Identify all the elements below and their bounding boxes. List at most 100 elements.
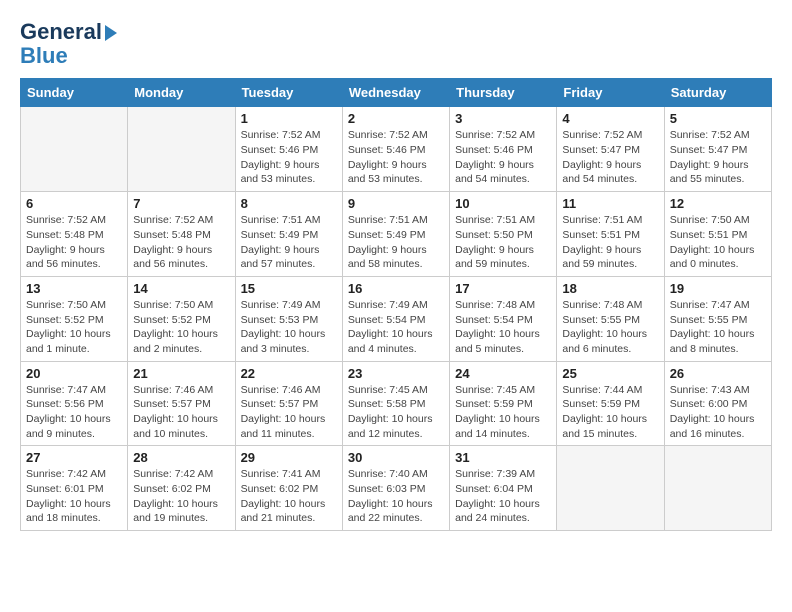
day-number: 19 [670,281,766,296]
calendar-cell: 7 Sunrise: 7:52 AM Sunset: 5:48 PM Daylig… [128,192,235,277]
header-saturday: Saturday [664,79,771,107]
day-number: 8 [241,196,337,211]
calendar-cell: 27 Sunrise: 7:42 AM Sunset: 6:01 PM Dayli… [21,446,128,531]
day-number: 18 [562,281,658,296]
calendar-cell: 23 Sunrise: 7:45 AM Sunset: 5:58 PM Dayli… [342,361,449,446]
day-number: 10 [455,196,551,211]
header-monday: Monday [128,79,235,107]
day-number: 17 [455,281,551,296]
day-info: Sunrise: 7:52 AM Sunset: 5:47 PM Dayligh… [562,128,658,187]
calendar-cell: 3 Sunrise: 7:52 AM Sunset: 5:46 PM Daylig… [450,107,557,192]
calendar-cell: 20Sunrise: 7:47 AM Sunset: 5:56 PM Dayli… [21,361,128,446]
header-tuesday: Tuesday [235,79,342,107]
day-info: Sunrise: 7:49 AM Sunset: 5:54 PM Dayligh… [348,298,444,357]
page-header: GeneralBlue [20,20,772,68]
calendar-table: SundayMondayTuesdayWednesdayThursdayFrid… [20,78,772,531]
calendar-week-row: 20Sunrise: 7:47 AM Sunset: 5:56 PM Dayli… [21,361,772,446]
day-number: 12 [670,196,766,211]
calendar-cell: 29Sunrise: 7:41 AM Sunset: 6:02 PM Dayli… [235,446,342,531]
day-info: Sunrise: 7:50 AM Sunset: 5:52 PM Dayligh… [26,298,122,357]
logo: GeneralBlue [20,20,117,68]
calendar-cell [664,446,771,531]
day-number: 24 [455,366,551,381]
calendar-cell: 14 Sunrise: 7:50 AM Sunset: 5:52 PM Dayli… [128,276,235,361]
calendar-cell: 19 Sunrise: 7:47 AM Sunset: 5:55 PM Dayli… [664,276,771,361]
calendar-cell [21,107,128,192]
day-info: Sunrise: 7:52 AM Sunset: 5:48 PM Dayligh… [133,213,229,272]
header-thursday: Thursday [450,79,557,107]
day-info: Sunrise: 7:42 AM Sunset: 6:01 PM Dayligh… [26,467,122,526]
day-info: Sunrise: 7:43 AM Sunset: 6:00 PM Dayligh… [670,383,766,442]
calendar-week-row: 27 Sunrise: 7:42 AM Sunset: 6:01 PM Dayli… [21,446,772,531]
header-friday: Friday [557,79,664,107]
day-info: Sunrise: 7:45 AM Sunset: 5:58 PM Dayligh… [348,383,444,442]
calendar-cell: 11Sunrise: 7:51 AM Sunset: 5:51 PM Dayli… [557,192,664,277]
day-info: Sunrise: 7:51 AM Sunset: 5:51 PM Dayligh… [562,213,658,272]
day-info: Sunrise: 7:49 AM Sunset: 5:53 PM Dayligh… [241,298,337,357]
day-number: 30 [348,450,444,465]
day-number: 15 [241,281,337,296]
day-number: 25 [562,366,658,381]
day-info: Sunrise: 7:41 AM Sunset: 6:02 PM Dayligh… [241,467,337,526]
day-info: Sunrise: 7:52 AM Sunset: 5:46 PM Dayligh… [348,128,444,187]
day-info: Sunrise: 7:52 AM Sunset: 5:46 PM Dayligh… [241,128,337,187]
day-number: 4 [562,111,658,126]
day-number: 13 [26,281,122,296]
day-info: Sunrise: 7:47 AM Sunset: 5:56 PM Dayligh… [26,383,122,442]
day-number: 9 [348,196,444,211]
day-info: Sunrise: 7:50 AM Sunset: 5:51 PM Dayligh… [670,213,766,272]
calendar-cell: 28Sunrise: 7:42 AM Sunset: 6:02 PM Dayli… [128,446,235,531]
day-number: 23 [348,366,444,381]
calendar-cell: 26 Sunrise: 7:43 AM Sunset: 6:00 PM Dayli… [664,361,771,446]
day-info: Sunrise: 7:46 AM Sunset: 5:57 PM Dayligh… [133,383,229,442]
calendar-cell: 12 Sunrise: 7:50 AM Sunset: 5:51 PM Dayli… [664,192,771,277]
day-info: Sunrise: 7:46 AM Sunset: 5:57 PM Dayligh… [241,383,337,442]
day-number: 27 [26,450,122,465]
day-info: Sunrise: 7:52 AM Sunset: 5:46 PM Dayligh… [455,128,551,187]
calendar-cell: 1 Sunrise: 7:52 AM Sunset: 5:46 PM Daylig… [235,107,342,192]
day-number: 14 [133,281,229,296]
calendar-cell: 10 Sunrise: 7:51 AM Sunset: 5:50 PM Dayli… [450,192,557,277]
day-number: 26 [670,366,766,381]
day-info: Sunrise: 7:48 AM Sunset: 5:55 PM Dayligh… [562,298,658,357]
calendar-cell: 15 Sunrise: 7:49 AM Sunset: 5:53 PM Dayli… [235,276,342,361]
day-info: Sunrise: 7:47 AM Sunset: 5:55 PM Dayligh… [670,298,766,357]
day-number: 7 [133,196,229,211]
day-number: 5 [670,111,766,126]
day-info: Sunrise: 7:51 AM Sunset: 5:50 PM Dayligh… [455,213,551,272]
calendar-cell: 8 Sunrise: 7:51 AM Sunset: 5:49 PM Daylig… [235,192,342,277]
day-number: 21 [133,366,229,381]
calendar-cell: 13 Sunrise: 7:50 AM Sunset: 5:52 PM Dayli… [21,276,128,361]
day-number: 28 [133,450,229,465]
calendar-week-row: 1 Sunrise: 7:52 AM Sunset: 5:46 PM Daylig… [21,107,772,192]
day-number: 6 [26,196,122,211]
header-sunday: Sunday [21,79,128,107]
day-number: 3 [455,111,551,126]
calendar-cell: 22 Sunrise: 7:46 AM Sunset: 5:57 PM Dayli… [235,361,342,446]
day-number: 22 [241,366,337,381]
day-number: 1 [241,111,337,126]
calendar-cell: 24Sunrise: 7:45 AM Sunset: 5:59 PM Dayli… [450,361,557,446]
day-number: 2 [348,111,444,126]
calendar-cell: 9Sunrise: 7:51 AM Sunset: 5:49 PM Daylig… [342,192,449,277]
calendar-cell: 17Sunrise: 7:48 AM Sunset: 5:54 PM Dayli… [450,276,557,361]
calendar-cell: 18 Sunrise: 7:48 AM Sunset: 5:55 PM Dayli… [557,276,664,361]
day-info: Sunrise: 7:39 AM Sunset: 6:04 PM Dayligh… [455,467,551,526]
day-info: Sunrise: 7:50 AM Sunset: 5:52 PM Dayligh… [133,298,229,357]
calendar-cell: 5 Sunrise: 7:52 AM Sunset: 5:47 PM Daylig… [664,107,771,192]
calendar-cell [128,107,235,192]
calendar-week-row: 13 Sunrise: 7:50 AM Sunset: 5:52 PM Dayli… [21,276,772,361]
calendar-cell: 4 Sunrise: 7:52 AM Sunset: 5:47 PM Daylig… [557,107,664,192]
day-info: Sunrise: 7:52 AM Sunset: 5:47 PM Dayligh… [670,128,766,187]
header-wednesday: Wednesday [342,79,449,107]
calendar-cell: 2 Sunrise: 7:52 AM Sunset: 5:46 PM Daylig… [342,107,449,192]
day-info: Sunrise: 7:52 AM Sunset: 5:48 PM Dayligh… [26,213,122,272]
day-number: 16 [348,281,444,296]
calendar-cell: 25Sunrise: 7:44 AM Sunset: 5:59 PM Dayli… [557,361,664,446]
calendar-cell: 16 Sunrise: 7:49 AM Sunset: 5:54 PM Dayli… [342,276,449,361]
logo-text: GeneralBlue [20,20,117,68]
calendar-cell: 31Sunrise: 7:39 AM Sunset: 6:04 PM Dayli… [450,446,557,531]
day-info: Sunrise: 7:51 AM Sunset: 5:49 PM Dayligh… [241,213,337,272]
calendar-cell: 30Sunrise: 7:40 AM Sunset: 6:03 PM Dayli… [342,446,449,531]
calendar-week-row: 6 Sunrise: 7:52 AM Sunset: 5:48 PM Daylig… [21,192,772,277]
